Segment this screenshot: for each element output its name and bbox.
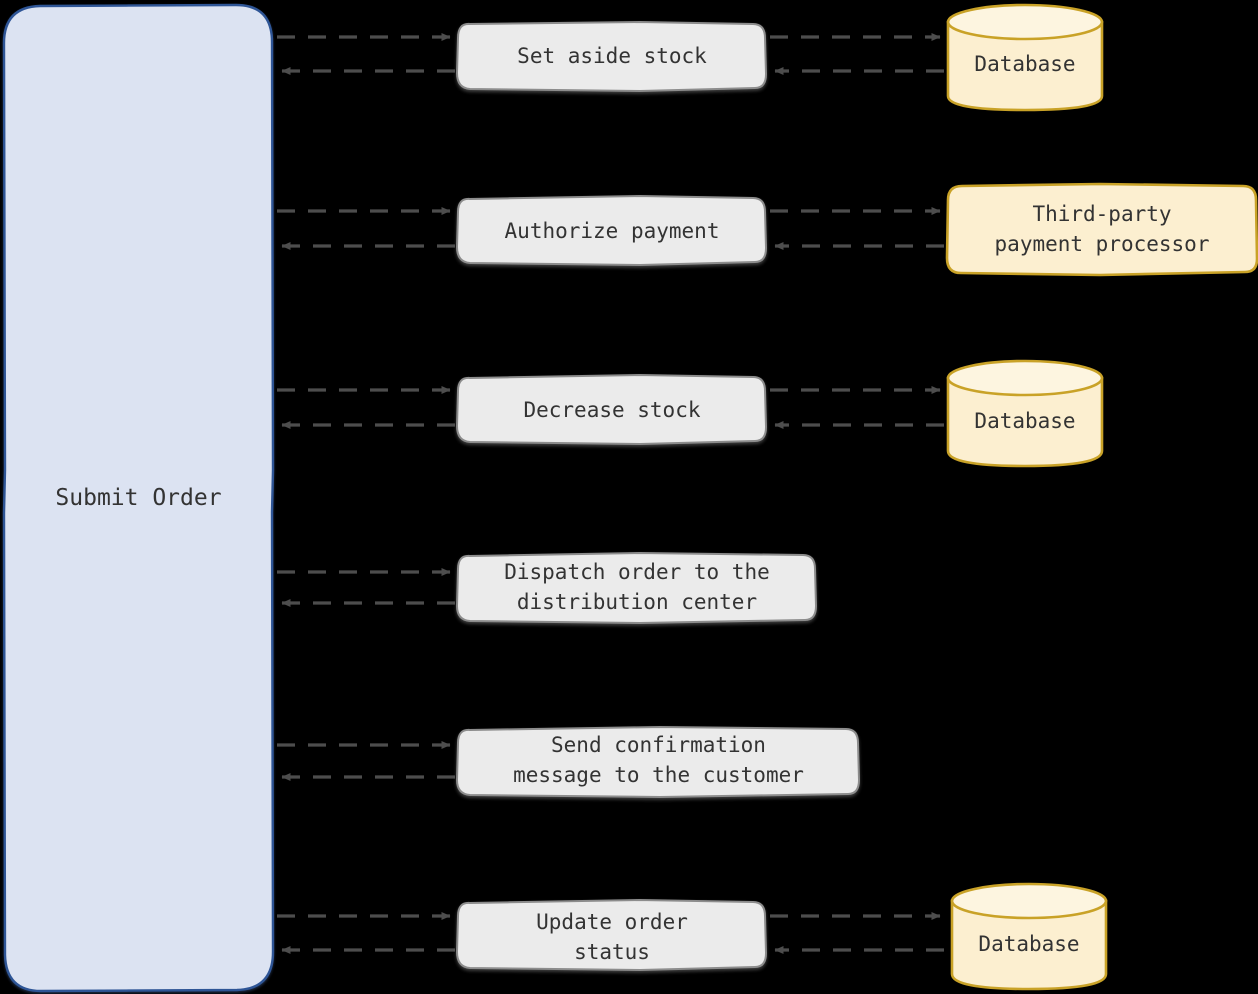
task-box-set-aside-stock[interactable] (455, 20, 768, 93)
submit-order-lane-shape[interactable] (2, 3, 275, 993)
task-box-decrease-stock[interactable] (455, 373, 768, 446)
database-2-shape[interactable] (946, 359, 1104, 468)
task-box-dispatch-order[interactable] (455, 551, 818, 625)
database-3-shape[interactable] (950, 882, 1108, 991)
diagram-shapes-layer (2, 3, 1258, 993)
task-box-update-order-status[interactable] (455, 898, 768, 972)
diagram-canvas: Submit Order Set aside stock Database Au… (0, 0, 1258, 994)
task-box-send-confirmation[interactable] (455, 725, 861, 799)
task-box-authorize-payment[interactable] (455, 194, 768, 267)
third-party-payment-processor-shape[interactable] (945, 182, 1258, 277)
database-1-shape[interactable] (946, 3, 1104, 112)
